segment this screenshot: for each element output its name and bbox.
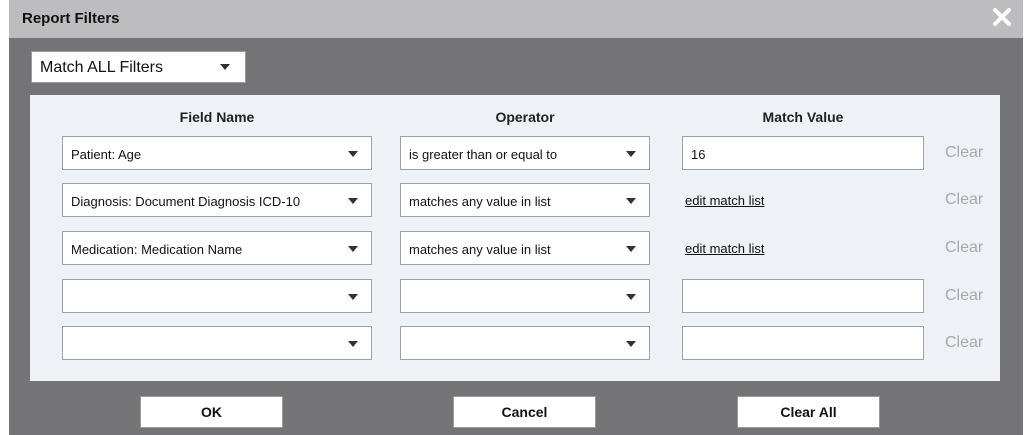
match-value-text: 16 — [691, 147, 706, 162]
clear-row-button[interactable]: Clear — [945, 239, 983, 257]
header-field-name: Field Name — [179, 109, 255, 125]
field-name-value: Medication: Medication Name — [71, 242, 243, 257]
chevron-down-icon — [626, 246, 636, 252]
chevron-down-icon — [626, 294, 636, 300]
field-name-value: Patient: Age — [71, 147, 142, 162]
field-name-select[interactable]: Diagnosis: Document Diagnosis ICD-10 — [62, 183, 372, 217]
field-name-select[interactable] — [62, 326, 372, 360]
operator-select[interactable]: matches any value in list — [400, 183, 650, 217]
dialog-title: Report Filters — [22, 10, 120, 27]
field-name-select[interactable]: Patient: Age — [62, 136, 372, 170]
chevron-down-icon — [220, 64, 230, 70]
chevron-down-icon — [348, 341, 358, 347]
match-mode-value: Match ALL Filters — [40, 59, 164, 76]
clear-all-button[interactable]: Clear All — [737, 396, 880, 428]
operator-select[interactable] — [400, 326, 650, 360]
field-name-value: Diagnosis: Document Diagnosis ICD-10 — [71, 194, 301, 209]
filter-row: Patient: Age is greater than or equal to… — [30, 136, 1000, 170]
close-icon[interactable] — [991, 6, 1013, 28]
report-filters-dialog: Report Filters Match ALL Filters Field N… — [9, 0, 1023, 435]
field-name-select[interactable] — [62, 279, 372, 313]
edit-match-list-link[interactable]: edit match list — [685, 193, 764, 208]
filters-panel: Field Name Operator Match Value Patient:… — [30, 95, 1000, 381]
clear-row-button[interactable]: Clear — [945, 191, 983, 209]
edit-match-list-link[interactable]: edit match list — [685, 241, 764, 256]
chevron-down-icon — [348, 294, 358, 300]
clear-row-button[interactable]: Clear — [945, 287, 983, 305]
cancel-button[interactable]: Cancel — [453, 396, 596, 428]
chevron-down-icon — [348, 198, 358, 204]
field-name-select[interactable]: Medication: Medication Name — [62, 231, 372, 265]
filter-row: Clear — [30, 279, 1000, 313]
operator-select[interactable] — [400, 279, 650, 313]
operator-value: matches any value in list — [409, 194, 551, 209]
match-value-input[interactable]: 16 — [682, 136, 924, 170]
chevron-down-icon — [626, 341, 636, 347]
operator-value: is greater than or equal to — [409, 147, 558, 162]
match-value-input[interactable] — [682, 279, 924, 313]
operator-select[interactable]: matches any value in list — [400, 231, 650, 265]
match-value-input[interactable] — [682, 326, 924, 360]
clear-row-button[interactable]: Clear — [945, 334, 983, 352]
filter-row: Medication: Medication Name matches any … — [30, 231, 1000, 265]
filter-row: Clear — [30, 326, 1000, 360]
dialog-titlebar: Report Filters — [9, 0, 1023, 38]
chevron-down-icon — [626, 198, 636, 204]
header-operator: Operator — [495, 109, 555, 125]
clear-row-button[interactable]: Clear — [945, 144, 983, 162]
operator-select[interactable]: is greater than or equal to — [400, 136, 650, 170]
match-mode-select[interactable]: Match ALL Filters — [31, 51, 246, 83]
chevron-down-icon — [348, 151, 358, 157]
chevron-down-icon — [348, 246, 358, 252]
ok-button[interactable]: OK — [140, 396, 283, 428]
filter-row: Diagnosis: Document Diagnosis ICD-10 mat… — [30, 183, 1000, 217]
operator-value: matches any value in list — [409, 242, 551, 257]
header-match-value: Match Value — [762, 109, 844, 125]
chevron-down-icon — [626, 151, 636, 157]
